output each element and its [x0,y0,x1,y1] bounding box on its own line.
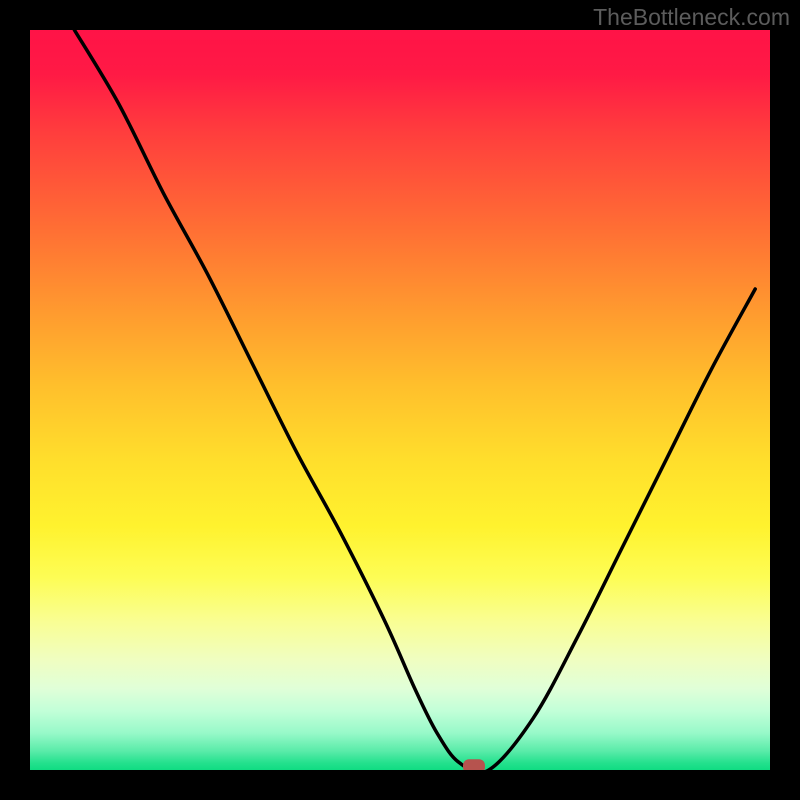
bottleneck-curve [74,30,755,770]
curve-svg [30,30,770,770]
watermark-text: TheBottleneck.com [593,4,790,31]
plot-area [30,30,770,770]
optimum-marker [463,759,485,770]
chart-frame: TheBottleneck.com [0,0,800,800]
